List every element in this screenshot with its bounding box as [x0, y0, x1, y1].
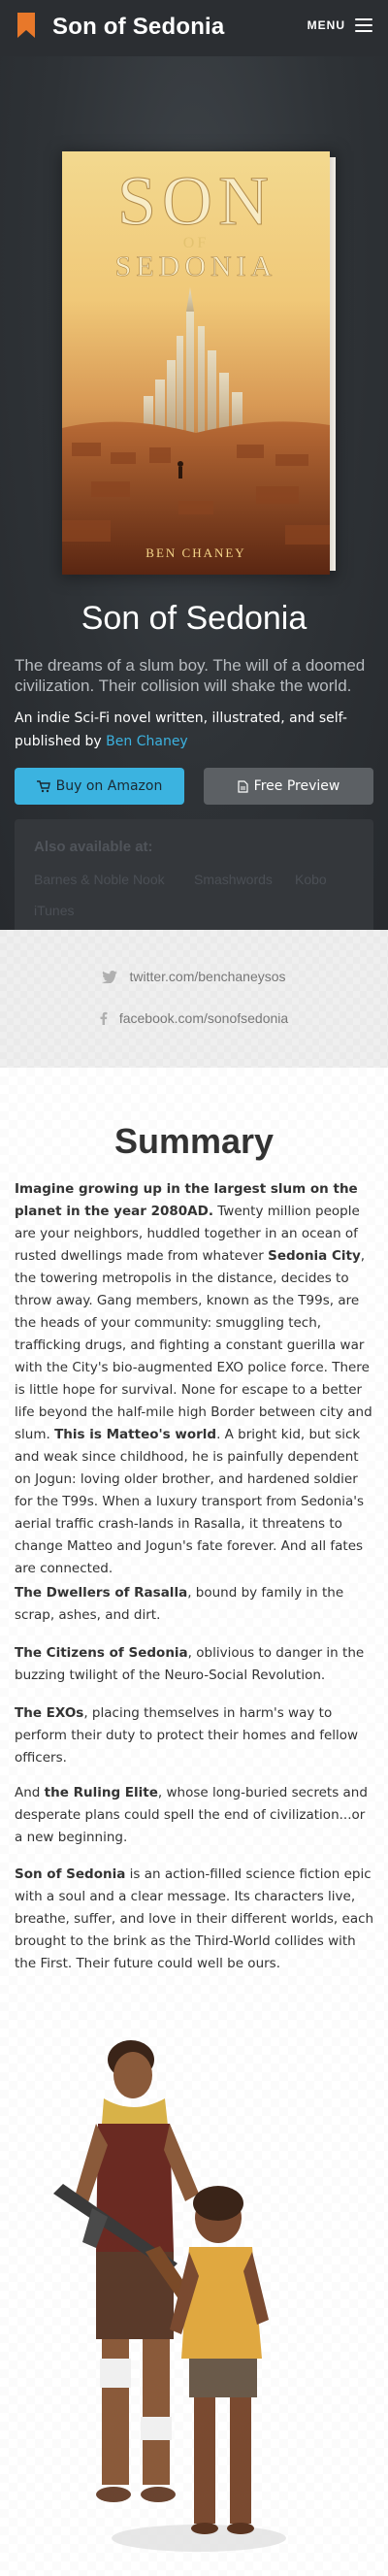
free-preview-button[interactable]: Free Preview [204, 768, 373, 805]
summary-paragraph-5: And the Ruling Elite, whose long-buried … [15, 1782, 375, 1849]
document-icon [238, 779, 248, 793]
book-title: Son of Sedonia [81, 600, 307, 637]
summary-title: Summary [113, 1121, 275, 1161]
link-smashwords[interactable]: Smashwords [194, 872, 273, 887]
twitter-link-text: twitter.com/benchaneysos [129, 969, 286, 984]
summary-p4-bold: The EXOs [15, 1705, 84, 1721]
summary-matteo: This is Matteo's world [54, 1427, 217, 1442]
free-preview-label: Free Preview [253, 778, 340, 794]
facebook-icon [100, 1011, 108, 1025]
menu-button[interactable]: MENU [307, 18, 372, 32]
facebook-link-text: facebook.com/sonofsedonia [118, 1010, 289, 1026]
svg-text:SON: SON [117, 162, 275, 240]
summary-p5-bold: the Ruling Elite [44, 1785, 158, 1800]
hamburger-icon[interactable] [355, 18, 372, 32]
book-description: An indie Sci-Fi novel written, illustrat… [15, 707, 373, 753]
summary-p1-b: , the towering metropolis in the distanc… [15, 1248, 372, 1442]
summary-paragraph-6: Son of Sedonia is an action-filled scien… [15, 1864, 375, 1975]
book-cover-art: SON OF SEDONIA BEN CHANEY [62, 151, 330, 575]
twitter-link[interactable]: twitter.com/benchaneysos [0, 969, 388, 984]
menu-label[interactable]: MENU [307, 18, 345, 32]
hero-section: SON OF SEDONIA BEN CHANEY Son of Sedonia… [0, 56, 388, 945]
svg-text:BEN CHANEY: BEN CHANEY [146, 545, 245, 560]
also-available-box: Also available at: Barnes & Noble Nook S… [15, 819, 373, 945]
top-navigation-bar: Son of Sedonia MENU [0, 0, 388, 56]
younger-brother-figure [170, 2186, 269, 2534]
link-barnes-noble[interactable]: Barnes & Noble Nook [34, 872, 165, 887]
summary-p3-bold: The Citizens of Sedonia [15, 1645, 188, 1661]
twitter-icon [102, 970, 118, 983]
book-cover[interactable]: SON OF SEDONIA BEN CHANEY [62, 151, 330, 575]
svg-text:OF: OF [183, 235, 209, 251]
author-link[interactable]: Ben Chaney [106, 734, 188, 749]
summary-paragraph-3: The Citizens of Sedonia, oblivious to da… [15, 1642, 375, 1687]
summary-p6-bold: Son of Sedonia [15, 1866, 126, 1882]
summary-p5-a: And [15, 1785, 45, 1800]
shopping-cart-icon [36, 779, 50, 792]
summary-p6-rest: is an action-filled science fiction epic… [15, 1866, 374, 1971]
book-tagline: The dreams of a slum boy. The will of a … [15, 656, 366, 695]
summary-paragraph-1: Imagine growing up in the largest slum o… [15, 1178, 375, 1580]
link-itunes[interactable]: iTunes [34, 903, 75, 918]
social-links-section: twitter.com/benchaneysos facebook.com/so… [0, 930, 388, 1068]
site-brand[interactable]: Son of Sedonia [52, 14, 224, 41]
characters-illustration [53, 2040, 286, 2552]
also-available-title: Also available at: [34, 839, 153, 855]
older-brother-figure [73, 2040, 199, 2502]
facebook-link[interactable]: facebook.com/sonofsedonia [0, 1010, 388, 1026]
summary-paragraph-2: The Dwellers of Rasalla, bound by family… [15, 1582, 375, 1627]
buy-on-amazon-label: Buy on Amazon [55, 778, 163, 794]
summary-paragraph-4: The EXOs, placing themselves in harm's w… [15, 1702, 375, 1769]
bookmark-icon[interactable] [17, 13, 35, 38]
summary-city: Sedonia City [268, 1248, 361, 1264]
buy-on-amazon-button[interactable]: Buy on Amazon [15, 768, 184, 805]
svg-text:SEDONIA: SEDONIA [115, 250, 277, 282]
summary-p1-c: . A bright kid, but sick and weak since … [15, 1427, 365, 1576]
summary-p2-bold: The Dwellers of Rasalla [15, 1585, 188, 1601]
link-kobo[interactable]: Kobo [295, 872, 327, 887]
